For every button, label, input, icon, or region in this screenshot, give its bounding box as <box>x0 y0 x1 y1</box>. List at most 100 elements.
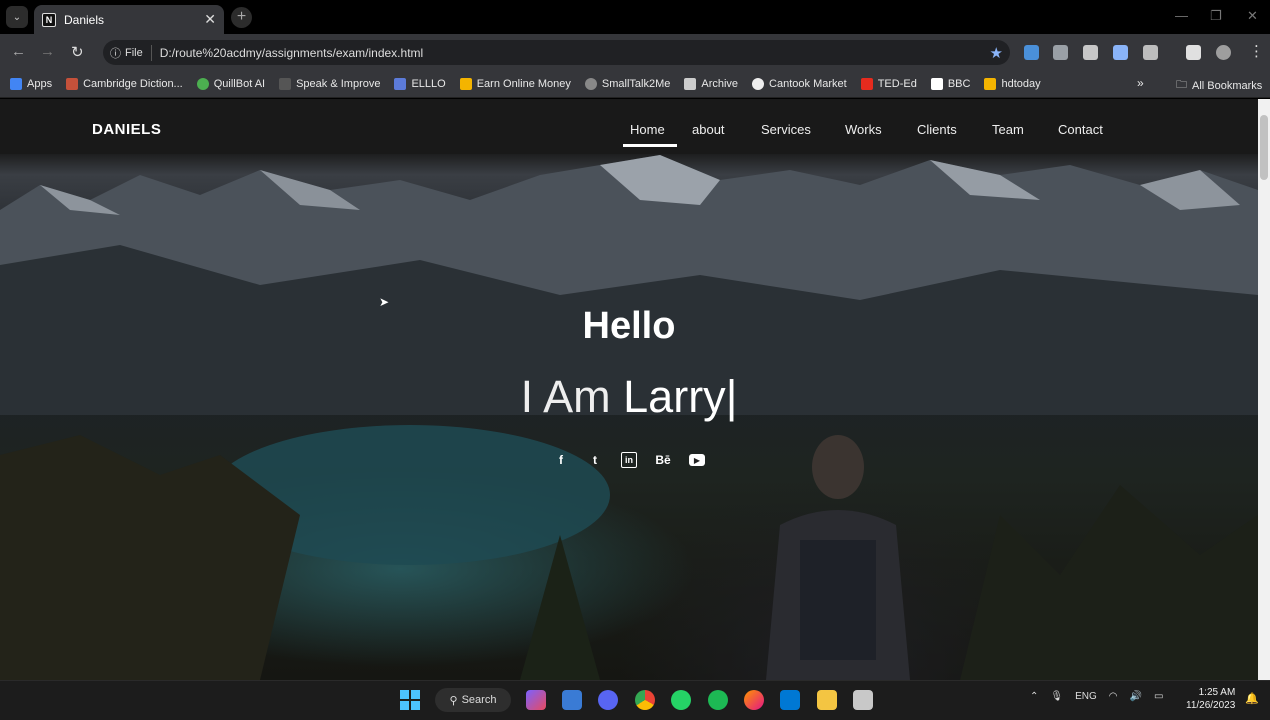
nav-services[interactable]: Services <box>761 122 811 137</box>
behance-icon[interactable]: Bē <box>655 452 671 468</box>
bookmark-cantook[interactable]: Cantook Market <box>752 77 847 90</box>
bookmark-elllo[interactable]: ELLLO <box>394 77 446 90</box>
notification-bell-icon[interactable]: 🔔 <box>1245 692 1259 705</box>
store-icon[interactable] <box>562 690 582 710</box>
site-favicon-icon: N <box>42 12 56 27</box>
wifi-icon[interactable]: ◠ <box>1109 691 1118 702</box>
chevron-up-icon[interactable]: ⌃ <box>1030 691 1038 702</box>
elllo-icon <box>394 77 407 90</box>
reload-icon[interactable]: ↻ <box>71 43 84 61</box>
bookmark-cambridge[interactable]: Cambridge Diction... <box>66 77 183 90</box>
windows-start-icon[interactable] <box>400 690 420 710</box>
earn-money-icon <box>459 77 472 90</box>
close-window-icon[interactable]: ✕ <box>1247 8 1258 24</box>
tab-search-button[interactable]: ⌄ <box>6 6 28 28</box>
quillbot-icon <box>196 77 209 90</box>
bookmark-bbc[interactable]: BBC <box>930 77 970 90</box>
battery-icon[interactable]: ▭ <box>1154 691 1163 702</box>
language-indicator[interactable]: ENG <box>1075 691 1097 702</box>
microphone-icon[interactable]: 🎙 <box>1050 691 1063 702</box>
all-bookmarks-folder[interactable]: 🗀 All Bookmarks <box>1176 76 1262 95</box>
whatsapp-icon[interactable] <box>671 690 691 710</box>
typing-cursor: | <box>725 371 738 422</box>
search-icon: ⚲ <box>449 694 458 707</box>
bookmark-smalltalk[interactable]: SmallTalk2Me <box>584 77 670 90</box>
facebook-icon[interactable]: f <box>553 452 569 468</box>
menu-kebab-icon[interactable]: ⋮ <box>1249 42 1264 60</box>
url-text[interactable]: D:/route%20acdmy/assignments/exam/index.… <box>160 46 423 60</box>
scrollbar-thumb[interactable] <box>1260 115 1268 180</box>
info-icon: ⓘ <box>110 47 121 60</box>
address-bar[interactable]: ⓘ File D:/route%20acdmy/assignments/exam… <box>103 40 1010 65</box>
archive-icon <box>684 77 697 90</box>
bookmark-speak-improve[interactable]: Speak & Improve <box>279 77 380 90</box>
bbc-icon <box>930 77 943 90</box>
nav-clients[interactable]: Clients <box>917 122 957 137</box>
bookmark-earn-online[interactable]: Earn Online Money <box>459 77 571 90</box>
chevron-down-icon: ⌄ <box>12 11 22 23</box>
apps-grid-icon <box>10 77 22 90</box>
linkedin-icon[interactable]: in <box>621 452 637 468</box>
site-info-chip[interactable]: ⓘ File <box>110 44 152 61</box>
active-nav-underline <box>623 144 677 147</box>
hero-name: Larry <box>623 371 726 422</box>
file-explorer-icon[interactable] <box>817 690 837 710</box>
smalltalk-icon <box>584 77 597 90</box>
hero-prefix: I Am <box>520 371 611 422</box>
forward-icon[interactable]: → <box>40 43 55 60</box>
spotify-icon[interactable] <box>708 690 728 710</box>
chrome-icon[interactable] <box>635 690 655 710</box>
volume-icon[interactable]: 🔊 <box>1130 691 1142 702</box>
taskbar-clock[interactable]: 1:25 AM 11/26/2023 <box>1186 686 1235 712</box>
discord-icon[interactable] <box>598 690 618 710</box>
bookmark-archive[interactable]: Archive <box>684 77 738 90</box>
url-scheme-label: File <box>125 46 143 59</box>
nav-about[interactable]: about <box>692 122 725 137</box>
cambridge-icon <box>66 77 79 90</box>
browser-tab[interactable]: N Daniels ✕ <box>34 5 224 34</box>
twitter-icon[interactable]: t <box>587 452 603 468</box>
extensions-puzzle-icon[interactable] <box>1143 45 1158 60</box>
site-brand-logo[interactable]: DANIELS <box>92 121 161 138</box>
download-extension-icon[interactable] <box>1024 45 1039 60</box>
tab-title: Daniels <box>64 12 105 27</box>
bookmark-star-icon[interactable]: ★ <box>990 44 1003 62</box>
nav-team[interactable]: Team <box>992 122 1024 137</box>
page-scrollbar[interactable] <box>1258 99 1270 680</box>
bookmark-hdtoday[interactable]: hdtoday <box>984 77 1041 90</box>
pen-extension-icon[interactable] <box>1083 45 1098 60</box>
hero-typed-text: I Am Larry| <box>0 371 1258 423</box>
firefox-icon[interactable] <box>744 690 764 710</box>
taskbar-search-button[interactable]: ⚲ Search <box>435 688 511 712</box>
maximize-icon[interactable]: ❐ <box>1210 8 1222 24</box>
page-viewport: DANIELS Home about Services Works Client… <box>0 99 1258 680</box>
copilot-icon[interactable] <box>526 690 546 710</box>
back-icon[interactable]: ← <box>11 43 26 60</box>
bookmark-quillbot[interactable]: QuillBot AI <box>196 77 265 90</box>
vscode-icon[interactable] <box>780 690 800 710</box>
close-tab-icon[interactable]: ✕ <box>204 11 216 28</box>
nav-home[interactable]: Home <box>630 122 665 137</box>
bookmark-ted-ed[interactable]: TED-Ed <box>860 77 917 90</box>
hero-title: Hello <box>582 305 676 347</box>
minimize-icon[interactable]: — <box>1175 8 1188 23</box>
nav-contact[interactable]: Contact <box>1058 122 1103 137</box>
new-tab-button[interactable]: + <box>231 7 252 28</box>
bookmark-apps[interactable]: Apps <box>10 77 52 90</box>
nav-works[interactable]: Works <box>845 122 882 137</box>
clock-date: 11/26/2023 <box>1186 700 1236 711</box>
cantook-icon <box>752 77 765 90</box>
bookmarks-bar: Apps Cambridge Diction... QuillBot AI Sp… <box>0 70 1270 98</box>
folder-icon: 🗀 <box>1176 79 1187 91</box>
clock-time: 1:25 AM <box>1198 687 1236 698</box>
system-tray: ⌃ 🎙 ENG ◠ 🔊 ▭ <box>1030 691 1163 702</box>
mouse-cursor-icon: ➤ <box>379 295 390 309</box>
profile-avatar-icon[interactable] <box>1216 45 1231 60</box>
youtube-icon[interactable]: ▶ <box>689 454 705 466</box>
side-panel-icon[interactable] <box>1186 45 1201 60</box>
clipboard-extension-icon[interactable] <box>1113 45 1128 60</box>
notes-extension-icon[interactable] <box>1053 45 1068 60</box>
bookmarks-overflow-icon[interactable]: » <box>1137 76 1144 90</box>
speak-improve-icon <box>279 77 292 90</box>
snipping-tool-icon[interactable] <box>853 690 873 710</box>
